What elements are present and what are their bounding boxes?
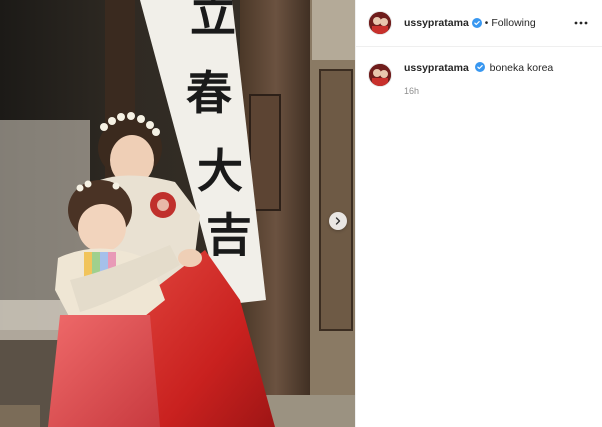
next-photo-button[interactable]: [329, 212, 347, 230]
photo-scene: [0, 0, 355, 427]
caption-line: ussypratama boneka korea: [404, 61, 553, 75]
caption-body: ussypratama boneka korea 16h: [404, 61, 553, 98]
verified-badge-icon: [471, 18, 482, 28]
caption-comment: ussypratama boneka korea 16h: [368, 61, 590, 98]
caption-author-avatar[interactable]: [368, 63, 392, 87]
author-avatar[interactable]: [368, 11, 392, 35]
more-options-button[interactable]: [572, 14, 590, 32]
banner-character-3: 大: [197, 144, 243, 198]
post-photo[interactable]: 立 春 大 吉: [0, 0, 355, 427]
post-side-panel: ussypratama • Following ussypratama bone…: [355, 0, 602, 427]
following-button[interactable]: Following: [491, 17, 535, 29]
caption-text: boneka korea: [489, 62, 554, 74]
verified-badge-icon: [474, 62, 485, 72]
chevron-right-icon: [335, 217, 341, 225]
post-timestamp[interactable]: 16h: [404, 84, 553, 98]
author-username[interactable]: ussypratama: [404, 17, 469, 29]
profile-photo-avatar: [369, 12, 391, 34]
more-options-icon: [574, 21, 588, 25]
profile-photo-avatar: [369, 64, 391, 86]
caption-username[interactable]: ussypratama: [404, 62, 469, 74]
banner-character-1: 立: [190, 0, 236, 42]
instagram-post: 立 春 大 吉 ussypratama • Following ussyprat…: [0, 0, 602, 427]
banner-character-4: 吉: [206, 208, 252, 262]
post-header: ussypratama • Following: [356, 0, 602, 47]
separator-dot: •: [484, 17, 489, 29]
banner-character-2: 春: [186, 66, 232, 120]
comments-section: ussypratama boneka korea 16h: [356, 47, 602, 112]
